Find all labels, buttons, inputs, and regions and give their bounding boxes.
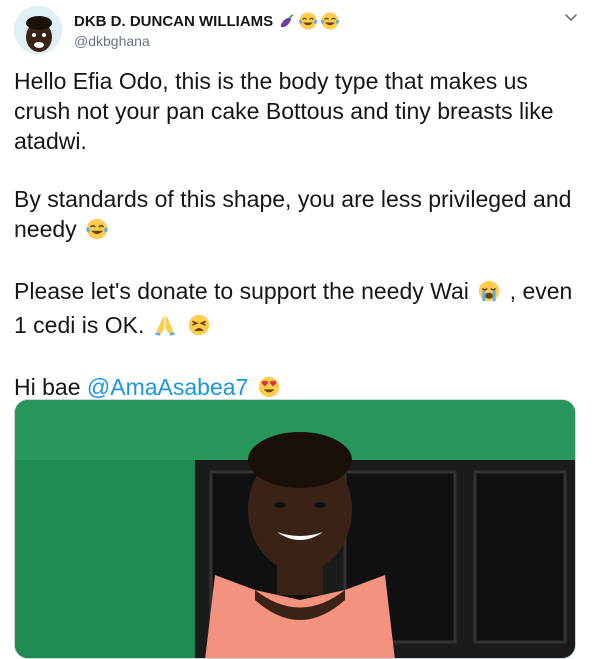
eggplant-emoji-icon	[278, 12, 296, 30]
tweet-card: DKB D. DUNCAN WILLIAMS @dkbghana Hello E…	[0, 0, 595, 659]
chevron-down-icon[interactable]	[562, 8, 580, 26]
author-name-text: DKB D. DUNCAN WILLIAMS	[74, 12, 274, 30]
tweet-text: Hello Efia Odo, this is the body type th…	[14, 66, 579, 434]
paragraph-1-text: Hello Efia Odo, this is the body type th…	[14, 68, 554, 154]
author-display-name[interactable]: DKB D. DUNCAN WILLIAMS	[74, 11, 340, 31]
paragraph-4-text: Hi bae	[14, 374, 81, 400]
tweet-paragraph-2: By standards of this shape, you are less…	[14, 184, 579, 248]
loudly-crying-emoji-icon	[477, 279, 501, 310]
weary-face-emoji-icon	[187, 313, 211, 344]
tears-of-joy-emoji-icon	[298, 11, 318, 31]
paragraph-3a-text: Please let's donate to support the needy…	[14, 278, 469, 304]
tweet-media-photo[interactable]	[14, 399, 576, 659]
tweet-paragraph-1: Hello Efia Odo, this is the body type th…	[14, 66, 579, 156]
folded-hands-emoji-icon	[153, 313, 177, 344]
tears-of-joy-emoji-icon	[320, 11, 340, 31]
avatar[interactable]	[14, 6, 62, 54]
mention-link[interactable]: @AmaAsabea7	[87, 374, 248, 400]
author-handle[interactable]: @dkbghana	[74, 33, 150, 49]
tweet-header: DKB D. DUNCAN WILLIAMS @dkbghana	[14, 6, 584, 56]
tears-of-joy-emoji-icon	[85, 217, 109, 248]
tweet-paragraph-3: Please let's donate to support the needy…	[14, 276, 579, 344]
